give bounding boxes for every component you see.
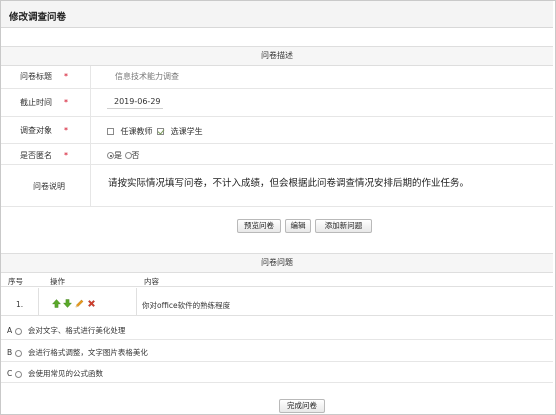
preview-button[interactable]: 预览问卷 xyxy=(237,219,281,233)
deadline-value: 2019-06-29 xyxy=(114,97,161,106)
target-checkbox-group: 任课教师 选课学生 xyxy=(107,126,203,137)
row-divider xyxy=(1,116,553,117)
option-b-text: 会进行格式调整，文字图片表格美化 xyxy=(27,348,148,357)
anonymous-no-label: 否 xyxy=(131,151,140,160)
required-mark: * xyxy=(64,151,68,160)
edit-button[interactable]: 编辑 xyxy=(285,219,311,233)
section-questions-header: 问卷问题 xyxy=(1,253,553,273)
option-a-letter: A xyxy=(7,326,13,335)
note-label: 问卷说明 xyxy=(33,182,65,191)
note-textarea[interactable]: 请按实际情况填写问卷，不计入成绩，但会根据此问卷调查情况安排后期的作业任务。 xyxy=(108,175,469,189)
column-divider xyxy=(136,288,137,316)
arrow-up-icon[interactable] xyxy=(52,299,61,308)
row-divider xyxy=(1,206,553,207)
pencil-icon[interactable] xyxy=(75,299,84,308)
add-question-button[interactable]: 添加新问题 xyxy=(315,219,372,233)
required-mark: * xyxy=(64,98,68,107)
page-header: 修改调查问卷 xyxy=(1,1,553,28)
required-mark: * xyxy=(64,126,68,135)
anonymous-yes-label: 是 xyxy=(114,151,122,160)
title-input[interactable]: 信息技术能力调查 xyxy=(115,71,179,82)
column-divider xyxy=(38,288,39,316)
anonymous-label: 是否匿名 xyxy=(20,151,52,160)
note-label-wrap: 问卷说明 xyxy=(33,181,65,192)
arrow-down-icon[interactable] xyxy=(63,299,72,308)
deadline-input[interactable]: 2019-06-29 xyxy=(107,97,163,109)
option-a: A 会对文字、格式进行美化处理 xyxy=(7,325,125,336)
row-divider xyxy=(1,339,553,340)
deadline-label-wrap: 截止时间 * xyxy=(20,97,68,108)
option-b-letter: B xyxy=(7,348,13,357)
anonymous-radio-group: 是 否 xyxy=(107,150,140,161)
header-content: 内容 xyxy=(144,277,159,286)
finish-button[interactable]: 完成问卷 xyxy=(279,399,325,413)
page-title: 修改调查问卷 xyxy=(9,12,67,23)
deadline-label: 截止时间 xyxy=(20,98,52,107)
target-label: 调查对象 xyxy=(20,126,52,135)
header-index: 序号 xyxy=(8,277,23,286)
option-a-text: 会对文字、格式进行美化处理 xyxy=(27,326,126,335)
row-divider xyxy=(1,382,553,383)
student-label: 选课学生 xyxy=(170,127,203,136)
required-mark: * xyxy=(64,72,68,81)
title-label-wrap: 问卷标题 * xyxy=(20,71,68,82)
anonymous-no-radio[interactable] xyxy=(124,152,132,159)
student-checkbox[interactable] xyxy=(157,128,165,135)
option-c: C 会使用常见的公式函数 xyxy=(7,368,103,379)
option-c-text: 会使用常见的公式函数 xyxy=(28,369,104,378)
option-a-radio[interactable] xyxy=(14,327,22,335)
option-b-radio[interactable] xyxy=(14,349,22,357)
title-label: 问卷标题 xyxy=(20,72,52,81)
anonymous-label-wrap: 是否匿名 * xyxy=(20,150,68,161)
teacher-checkbox[interactable] xyxy=(107,128,114,135)
teacher-label: 任课教师 xyxy=(120,127,153,136)
target-label-wrap: 调查对象 * xyxy=(20,125,68,136)
option-c-radio[interactable] xyxy=(14,370,22,378)
option-c-letter: C xyxy=(7,369,13,378)
anonymous-yes-radio[interactable] xyxy=(107,152,114,159)
option-b: B 会进行格式调整，文字图片表格美化 xyxy=(7,347,148,358)
row-divider xyxy=(1,88,553,89)
section-description-title: 问卷描述 xyxy=(261,51,293,60)
row-divider xyxy=(1,164,553,165)
question-content: 你对office软件的熟练程度 xyxy=(142,301,231,310)
section-questions-title: 问卷问题 xyxy=(261,258,293,267)
row-divider xyxy=(1,361,553,362)
header-ops: 操作 xyxy=(50,277,65,286)
row-divider xyxy=(1,143,553,144)
row-index: 1. xyxy=(16,300,24,309)
section-description-header: 问卷描述 xyxy=(1,46,553,66)
delete-icon[interactable] xyxy=(87,299,96,308)
questions-table-header: 序号 操作 内容 xyxy=(1,273,553,287)
